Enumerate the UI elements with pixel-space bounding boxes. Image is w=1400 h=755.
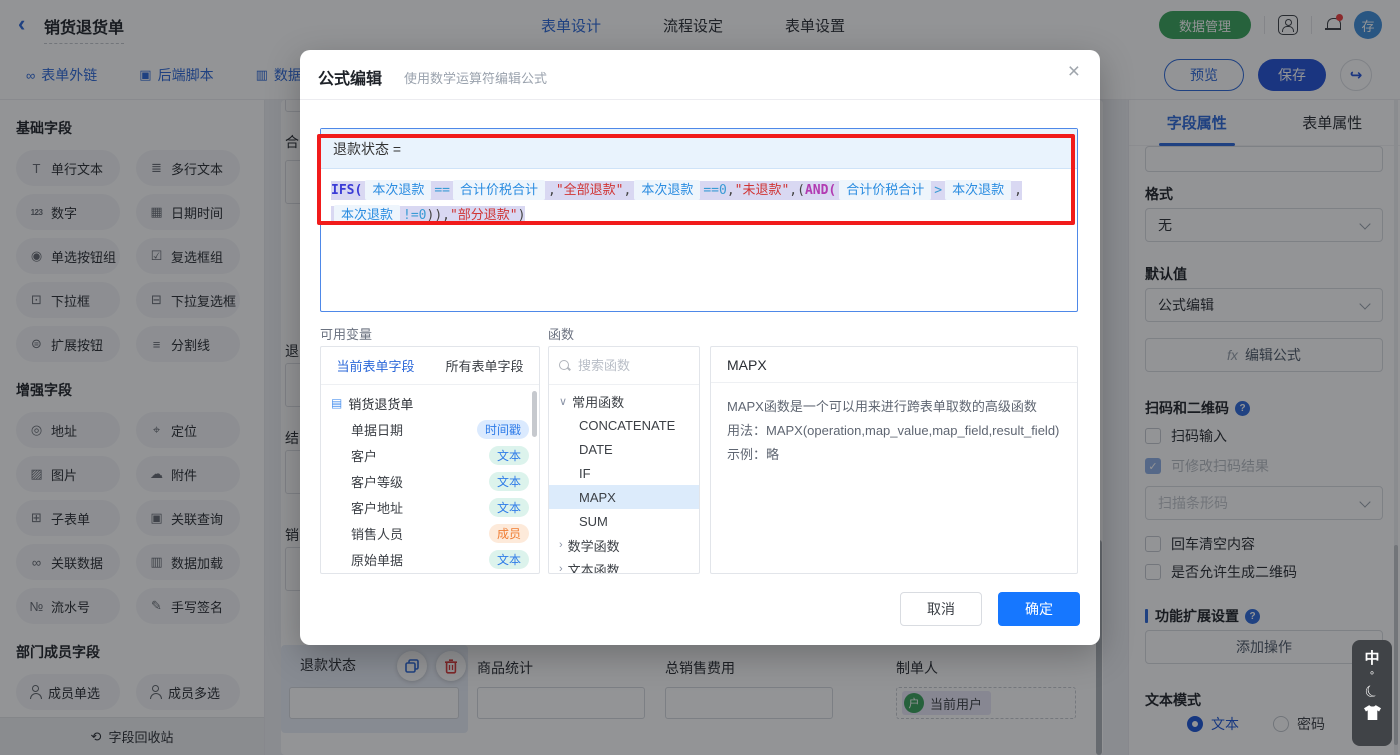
formula-target: 退款状态 = xyxy=(321,129,1077,169)
modal-subtitle: 使用数学运算符编辑公式 xyxy=(404,68,547,87)
variable-name: 客户 xyxy=(351,446,377,465)
search-input[interactable] xyxy=(578,358,689,373)
function-name: 文本函数 xyxy=(568,560,620,575)
app-window: ‹ 销货退货单 表单设计 流程设定 表单设置 数据管理 存 ∞ 表单外链 xyxy=(0,0,1400,755)
language-toggle-dot: ∘ xyxy=(1369,668,1375,679)
modal-header: 公式编辑 使用数学运算符编辑公式 × xyxy=(300,50,1100,100)
formula-token: 合计价税合计 xyxy=(839,180,931,200)
formula-token: 本次退款 xyxy=(945,180,1011,200)
function-search xyxy=(549,347,699,385)
confirm-button[interactable]: 确定 xyxy=(998,592,1080,626)
variable-tree-root[interactable]: ▤ 销货退货单 xyxy=(321,390,539,416)
formula-token: == xyxy=(434,183,450,198)
language-toggle[interactable]: 中 xyxy=(1364,647,1379,668)
function-row[interactable]: IF xyxy=(549,461,699,485)
tab-current-form-fields[interactable]: 当前表单字段 xyxy=(321,347,430,384)
formula-token: "部分退款" xyxy=(450,208,518,223)
function-row[interactable]: ∨ 常用函数 xyxy=(549,389,699,413)
chevron-icon: › xyxy=(559,563,563,574)
formula-editor[interactable]: 退款状态 = IFS(本次退款==合计价税合计,"全部退款",本次退款==0,"… xyxy=(320,128,1078,312)
formula-token: , xyxy=(548,183,556,198)
function-name: CONCATENATE xyxy=(579,418,675,433)
function-detail-panel: MAPX MAPX函数是一个可以用来进行跨表单取数的高级函数用法：MAPX(op… xyxy=(710,346,1078,574)
variable-type-badge: 文本 xyxy=(489,550,529,569)
formula-body[interactable]: IFS(本次退款==合计价税合计,"全部退款",本次退款==0,"未退款",(A… xyxy=(321,169,1077,237)
formula-edit-modal: 公式编辑 使用数学运算符编辑公式 × 退款状态 = IFS(本次退款==合计价税… xyxy=(300,50,1100,645)
variable-row[interactable]: 销售人员 成员 xyxy=(321,520,539,546)
variable-type-badge: 时间戳 xyxy=(477,420,529,439)
formula-token: , xyxy=(623,183,631,198)
variables-label: 可用变量 xyxy=(320,324,372,343)
variables-scrollbar[interactable] xyxy=(532,391,537,437)
function-detail-line: 用法：MAPX(operation,map_value,map_field,re… xyxy=(727,419,1061,443)
function-name: DATE xyxy=(579,442,613,457)
variable-row[interactable]: 原始单据 文本 xyxy=(321,546,539,572)
variable-name: 客户等级 xyxy=(351,472,403,491)
variable-type-badge: 文本 xyxy=(489,472,529,491)
formula-token: 本次退款 xyxy=(334,205,400,225)
variable-row[interactable]: 客户等级 文本 xyxy=(321,468,539,494)
function-row[interactable]: › 数学函数 xyxy=(549,533,699,557)
variables-panel: 当前表单字段 所有表单字段 ▤ 销货退货单 单据日期 时间戳 客户 文本 xyxy=(320,346,540,574)
formula-token: , xyxy=(442,208,450,223)
formula-token: , xyxy=(1014,183,1022,198)
formula-token: AND( xyxy=(805,183,836,198)
function-name: SUM xyxy=(579,514,608,529)
functions-panel: ∨ 常用函数 CONCATENATE DATE xyxy=(548,346,700,574)
formula-token: , xyxy=(727,183,735,198)
variable-list: 单据日期 时间戳 客户 文本 客户等级 文本 客户地址 xyxy=(321,416,539,572)
function-name: 常用函数 xyxy=(572,392,624,411)
formula-token: 本次退款 xyxy=(365,180,431,200)
variables-tabs: 当前表单字段 所有表单字段 xyxy=(321,347,539,385)
function-row[interactable]: SUM xyxy=(549,509,699,533)
function-detail-body: MAPX函数是一个可以用来进行跨表单取数的高级函数用法：MAPX(operati… xyxy=(711,383,1077,479)
variable-type-badge: 文本 xyxy=(489,446,529,465)
cancel-button[interactable]: 取消 xyxy=(900,592,982,626)
variable-type-badge: 成员 xyxy=(489,524,529,543)
function-row[interactable]: › 文本函数 xyxy=(549,557,699,574)
function-list: ∨ 常用函数 CONCATENATE DATE xyxy=(549,385,699,574)
formula-token: 合计价税合计 xyxy=(453,180,545,200)
formula-token: ) xyxy=(518,208,526,223)
close-icon[interactable]: × xyxy=(1068,61,1080,82)
tree-root-label: 销货退货单 xyxy=(348,394,413,413)
function-detail-line: MAPX函数是一个可以用来进行跨表单取数的高级函数 xyxy=(727,395,1061,419)
function-row[interactable]: CONCATENATE xyxy=(549,413,699,437)
formula-token: "未退款" xyxy=(735,183,790,198)
function-row[interactable]: DATE xyxy=(549,437,699,461)
variable-name: 原始单据 xyxy=(351,550,403,569)
formula-token: "全部退款" xyxy=(556,183,624,198)
chevron-icon: › xyxy=(559,539,563,551)
formula-token: 本次退款 xyxy=(634,180,700,200)
formula-token: )) xyxy=(427,208,443,223)
formula-token: ,( xyxy=(789,183,805,198)
variable-name: 客户地址 xyxy=(351,498,403,517)
tab-all-form-fields[interactable]: 所有表单字段 xyxy=(430,347,539,384)
function-detail-title: MAPX xyxy=(711,347,1077,383)
formula-selection: IFS(本次退款==合计价税合计,"全部退款",本次退款==0,"未退款",(A… xyxy=(331,181,1022,225)
functions-label: 函数 xyxy=(548,324,574,343)
formula-token: ==0 xyxy=(703,183,726,198)
function-detail-line: 示例：略 xyxy=(727,443,1061,467)
formula-token: !=0 xyxy=(403,208,426,223)
variable-row[interactable]: 客户 文本 xyxy=(321,442,539,468)
variable-type-badge: 文本 xyxy=(489,498,529,517)
function-row[interactable]: MAPX xyxy=(549,485,699,509)
dark-mode-icon[interactable]: ☾ xyxy=(1361,680,1383,704)
function-name: IF xyxy=(579,466,591,481)
function-name: 数学函数 xyxy=(568,536,620,555)
search-icon xyxy=(559,360,571,372)
formula-token: IFS( xyxy=(331,183,362,198)
variable-name: 单据日期 xyxy=(351,420,403,439)
function-name: MAPX xyxy=(579,490,616,505)
chevron-icon: ∨ xyxy=(559,395,567,408)
variable-name: 销售人员 xyxy=(351,524,403,543)
modal-title: 公式编辑 xyxy=(318,65,382,89)
variable-row[interactable]: 单据日期 时间戳 xyxy=(321,416,539,442)
variable-row[interactable]: 客户地址 文本 xyxy=(321,494,539,520)
theme-shirt-icon[interactable] xyxy=(1364,705,1381,720)
floating-toolbar[interactable]: 中 ∘ ☾ xyxy=(1352,640,1392,746)
formula-token: > xyxy=(934,183,942,198)
document-icon: ▤ xyxy=(331,396,342,410)
